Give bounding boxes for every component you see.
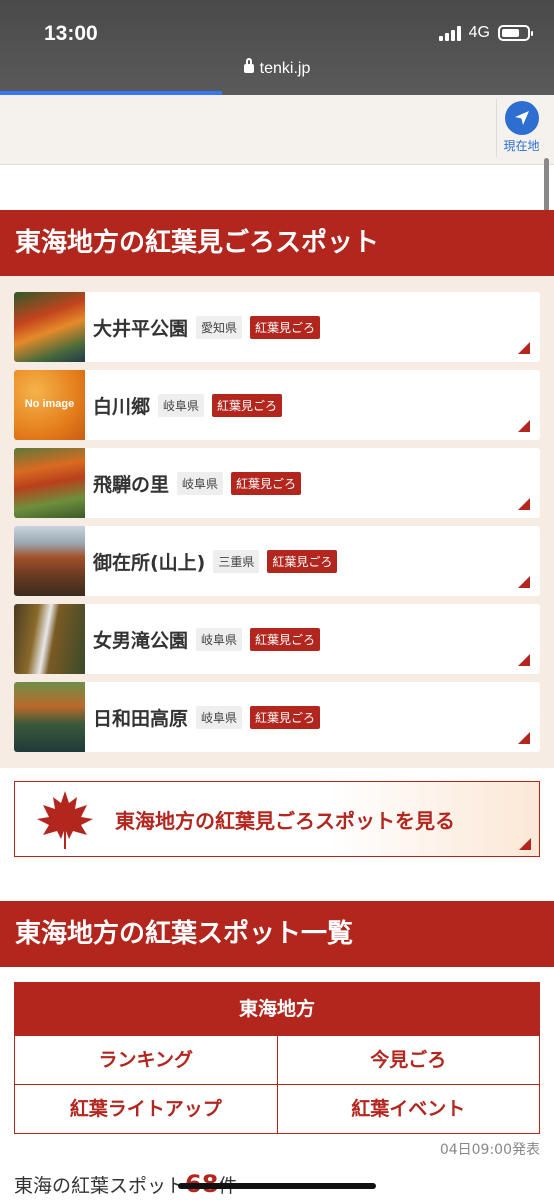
status-badge: 紅葉見ごろ: [212, 393, 283, 417]
battery-icon: [498, 25, 533, 41]
url-text: tenki.jp: [259, 60, 311, 77]
spot-list: 大井平公園 愛知県 紅葉見ごろ No image 白川郷 岐阜県 紅葉見ごろ 飛…: [0, 276, 554, 768]
signal-icon: [438, 25, 461, 41]
lock-icon: [243, 58, 254, 73]
maple-leaf-icon: [37, 791, 93, 849]
status-bar: 13:00 4G tenki.jp: [0, 0, 554, 95]
status-indicators: 4G: [438, 24, 533, 42]
site-header: 現在地: [0, 95, 554, 165]
ranking-link[interactable]: ランキング: [15, 1036, 277, 1084]
location-arrow-icon: [504, 101, 539, 135]
status-badge: 紅葉見ごろ: [250, 315, 321, 339]
prefecture-tag: 岐阜県: [196, 705, 243, 729]
announce-time: 04日09:00発表: [439, 1142, 540, 1158]
corner-arrow-icon: [518, 420, 530, 432]
area-link-row: 紅葉ライトアップ 紅葉イベント: [15, 1084, 539, 1133]
no-image-photo: No image: [14, 370, 85, 440]
spot-photo: [14, 604, 85, 674]
prefecture-tag: 三重県: [213, 549, 260, 573]
spot-card[interactable]: No image 白川郷 岐阜県 紅葉見ごろ: [14, 370, 540, 440]
status-time: 13:00: [44, 22, 98, 45]
prefecture-tag: 岐阜県: [196, 627, 243, 651]
spot-name: 御在所(山上): [93, 551, 206, 574]
spot-name: 大井平公園: [93, 317, 189, 340]
now-best-link[interactable]: 今見ごろ: [276, 1036, 540, 1084]
spot-card[interactable]: 日和田高原 岐阜県 紅葉見ごろ: [14, 682, 540, 752]
spot-name: 日和田高原: [93, 707, 189, 730]
status-badge: 紅葉見ごろ: [250, 627, 321, 651]
prefecture-tag: 岐阜県: [158, 393, 205, 417]
status-badge: 紅葉見ごろ: [250, 705, 321, 729]
no-image-label: No image: [24, 398, 75, 410]
spacer: [0, 166, 554, 210]
spot-photo: [14, 682, 85, 752]
network-type: 4G: [468, 24, 490, 41]
home-indicator[interactable]: [178, 1183, 376, 1189]
spot-photo: [14, 526, 85, 596]
address-bar[interactable]: tenki.jp: [0, 58, 554, 78]
area-link-table: 東海地方 ランキング 今見ごろ 紅葉ライトアップ 紅葉イベント: [14, 982, 540, 1134]
spot-photo: [14, 292, 85, 362]
list-section-title: 東海地方の紅葉スポット一覧: [0, 901, 554, 967]
spot-name: 女男滝公園: [93, 629, 189, 652]
status-badge: 紅葉見ごろ: [267, 549, 338, 573]
spots-section-title: 東海地方の紅葉見ごろスポット: [0, 210, 554, 276]
corner-arrow-icon: [518, 732, 530, 744]
current-location-label: 現在地: [503, 139, 540, 153]
view-more-spots-link[interactable]: 東海地方の紅葉見ごろスポットを見る: [14, 781, 540, 857]
spot-photo: [14, 448, 85, 518]
spot-card[interactable]: 女男滝公園 岐阜県 紅葉見ごろ: [14, 604, 540, 674]
corner-arrow-icon: [518, 576, 530, 588]
status-badge: 紅葉見ごろ: [231, 471, 302, 495]
corner-arrow-icon: [518, 654, 530, 666]
area-table-header: 東海地方: [15, 983, 539, 1035]
spot-card[interactable]: 御在所(山上) 三重県 紅葉見ごろ: [14, 526, 540, 596]
current-location-button[interactable]: 現在地: [496, 99, 546, 157]
spot-name: 白川郷: [93, 395, 151, 418]
spot-card[interactable]: 大井平公園 愛知県 紅葉見ごろ: [14, 292, 540, 362]
area-link-row: ランキング 今見ごろ: [15, 1035, 539, 1084]
view-more-label: 東海地方の紅葉見ごろスポットを見る: [115, 808, 455, 833]
spot-name: 飛騨の里: [93, 473, 170, 496]
corner-arrow-icon: [519, 838, 531, 850]
lightup-link[interactable]: 紅葉ライトアップ: [15, 1085, 277, 1133]
corner-arrow-icon: [518, 498, 530, 510]
spot-card[interactable]: 飛騨の里 岐阜県 紅葉見ごろ: [14, 448, 540, 518]
spot-count-label: 東海の紅葉スポット: [14, 1175, 186, 1197]
prefecture-tag: 岐阜県: [177, 471, 224, 495]
event-link[interactable]: 紅葉イベント: [276, 1085, 540, 1133]
corner-arrow-icon: [518, 342, 530, 354]
prefecture-tag: 愛知県: [196, 315, 243, 339]
